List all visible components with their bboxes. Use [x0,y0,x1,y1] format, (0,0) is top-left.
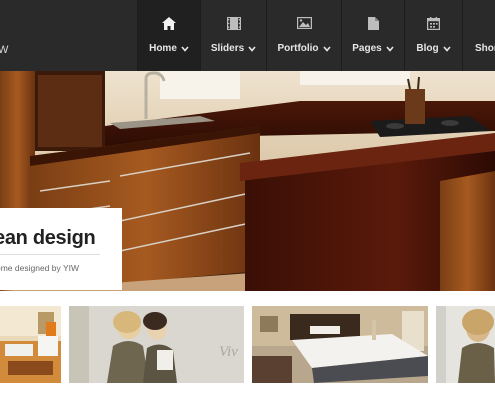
site-logo[interactable]: W [0,44,8,56]
nav-icon-placeholder [475,14,493,32]
nav-label-home: Home [149,43,177,54]
caption-subtitle: eme designed by YIW [0,263,79,273]
image-icon [295,14,313,32]
chevron-down-icon [181,45,189,52]
chevron-down-icon [386,45,394,52]
chevron-down-icon [322,45,331,52]
home-icon [160,14,178,32]
kitchen-slider[interactable]: ean design eme designed by YIW [0,71,495,291]
nav-label-shortcodes: Shor [475,43,495,54]
chevron-down-icon [248,45,256,52]
nav-item-pages[interactable]: Pages [341,0,404,71]
nav-label-pages: Pages [352,43,382,54]
top-navigation-bar: W Home Sliders Portfolio Pages Blog Sho [0,0,495,71]
nav-label-sliders: Sliders [210,43,245,54]
nav-item-shortcodes[interactable]: Shor [462,0,495,71]
film-icon [225,14,243,32]
nav-item-home[interactable]: Home [137,0,200,71]
living-room-thumbnail[interactable] [0,306,61,383]
portrait-thumbnail[interactable] [436,306,495,383]
nav-item-blog[interactable]: Blog [404,0,462,71]
nav-item-portfolio[interactable]: Portfolio [266,0,341,71]
caption-divider [0,254,100,255]
nav-item-sliders[interactable]: Sliders [200,0,266,71]
slide-caption: ean design eme designed by YIW [0,208,122,290]
bedroom-thumbnail[interactable] [252,306,428,383]
nav-label-blog: Blog [416,43,439,54]
main-menu: Home Sliders Portfolio Pages Blog Sho [137,0,495,71]
chevron-down-icon [443,45,451,52]
fashion-thumbnail[interactable]: Viv [69,306,244,383]
nav-label-portfolio: Portfolio [277,43,319,54]
fashion-overlay-text: Viv [219,344,238,360]
page-icon [364,14,382,32]
caption-title: ean design [0,227,96,249]
calendar-icon [425,14,443,32]
